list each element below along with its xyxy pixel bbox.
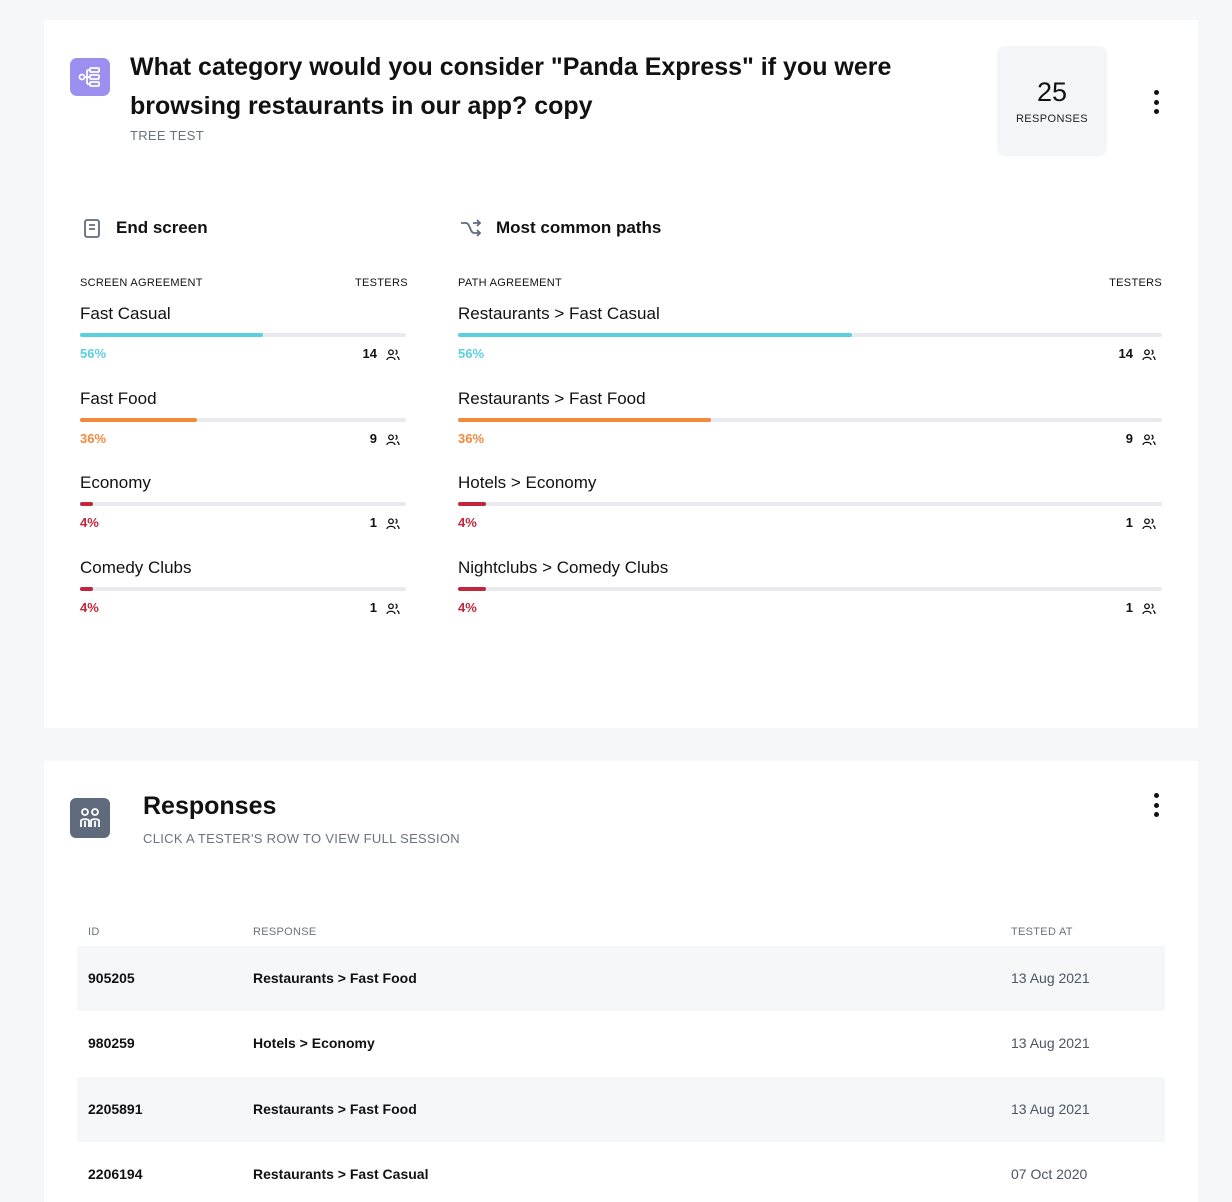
end-screen-item-count: 1 bbox=[369, 600, 377, 615]
people-icon bbox=[1142, 348, 1156, 361]
path-progress-fill bbox=[458, 418, 712, 422]
path-item-name: Restaurants > Fast Casual bbox=[458, 304, 660, 323]
path-item-count: 9 bbox=[1125, 431, 1133, 446]
table-row[interactable]: 2205891 Restaurants > Fast Food 13 Aug 202… bbox=[77, 1077, 1165, 1142]
end-screen-progress-fill bbox=[80, 502, 94, 506]
end-screen-title: End screen bbox=[116, 218, 208, 237]
path-agreement-header: PATH AGREEMENT bbox=[458, 277, 563, 289]
tested-at-cell: 13 Aug 2021 bbox=[1011, 1101, 1090, 1117]
path-progress-fill bbox=[458, 333, 853, 337]
people-icon bbox=[386, 517, 400, 530]
path-item-percent: 56% bbox=[458, 346, 485, 361]
paths-heading: Most common paths bbox=[460, 218, 661, 238]
question-menu-icon[interactable] bbox=[1150, 90, 1162, 114]
path-item-percent: 4% bbox=[458, 515, 477, 530]
response-column-header[interactable]: RESPONSE bbox=[253, 926, 317, 938]
responses-subtitle: CLICK A TESTER'S ROW TO VIEW FULL SESSIO… bbox=[143, 831, 460, 846]
path-progress-track bbox=[458, 418, 1162, 422]
path-progress-track bbox=[458, 333, 1162, 337]
tested-at-column-header[interactable]: TESTED AT bbox=[1011, 926, 1073, 938]
response-path-cell: Hotels > Economy bbox=[253, 1035, 375, 1051]
paths-testers-header: TESTERS bbox=[1109, 277, 1162, 289]
responses-title: Responses bbox=[143, 792, 277, 820]
end-screen-progress-fill bbox=[80, 333, 263, 337]
end-screen-item-percent: 36% bbox=[80, 431, 107, 446]
tested-at-cell: 13 Aug 2021 bbox=[1011, 970, 1090, 986]
people-icon bbox=[386, 433, 400, 446]
document-icon bbox=[84, 219, 100, 238]
question-title: What category would you consider "Panda … bbox=[130, 53, 892, 120]
path-item-name: Nightclubs > Comedy Clubs bbox=[458, 558, 669, 577]
table-row[interactable]: 2206194 Restaurants > Fast Casual 07 Oct 2… bbox=[77, 1142, 1165, 1202]
responses-count-label: RESPONSES bbox=[1015, 113, 1089, 125]
id-column-header[interactable]: ID bbox=[88, 926, 100, 938]
path-item-percent: 4% bbox=[458, 600, 477, 615]
responses-count-box: 25 RESPONSES bbox=[997, 46, 1107, 156]
end-screen-heading: End screen bbox=[82, 218, 208, 238]
path-item-name: Restaurants > Fast Food bbox=[458, 389, 646, 408]
responses-card: Responses CLICK A TESTER'S ROW TO VIEW F… bbox=[44, 761, 1198, 1202]
tested-at-cell: 07 Oct 2020 bbox=[1011, 1166, 1088, 1182]
people-icon bbox=[386, 602, 400, 615]
end-screen-item-count: 14 bbox=[362, 346, 377, 361]
tester-id-cell: 2205891 bbox=[88, 1101, 143, 1117]
tree-test-icon bbox=[70, 58, 110, 96]
path-progress-track bbox=[458, 587, 1162, 591]
people-icon bbox=[1142, 517, 1156, 530]
people-icon bbox=[386, 348, 400, 361]
path-progress-fill bbox=[458, 587, 487, 591]
end-screen-progress-fill bbox=[80, 418, 198, 422]
tester-id-cell: 980259 bbox=[88, 1035, 135, 1051]
end-screen-progress-fill bbox=[80, 587, 94, 591]
end-screen-progress-track bbox=[80, 502, 406, 506]
people-icon bbox=[1142, 602, 1156, 615]
end-screen-item-name: Economy bbox=[80, 473, 151, 492]
tester-id-cell: 905205 bbox=[88, 970, 135, 986]
path-item-count: 1 bbox=[1125, 515, 1133, 530]
paths-title: Most common paths bbox=[496, 218, 662, 237]
path-item-name: Hotels > Economy bbox=[458, 473, 597, 492]
end-screen-item-percent: 56% bbox=[80, 346, 107, 361]
path-item-count: 14 bbox=[1118, 346, 1133, 361]
response-path-cell: Restaurants > Fast Food bbox=[253, 970, 417, 986]
response-path-cell: Restaurants > Fast Food bbox=[253, 1101, 417, 1117]
people-icon bbox=[1142, 433, 1156, 446]
tested-at-cell: 13 Aug 2021 bbox=[1011, 1035, 1090, 1051]
end-screen-item-name: Fast Food bbox=[80, 389, 157, 408]
end-screen-item-count: 9 bbox=[369, 431, 377, 446]
shuffle-icon bbox=[461, 219, 482, 237]
people-icon bbox=[70, 798, 110, 838]
end-screen-item-percent: 4% bbox=[80, 515, 99, 530]
tester-id-cell: 2206194 bbox=[88, 1166, 143, 1182]
path-progress-fill bbox=[458, 502, 487, 506]
responses-count: 25 bbox=[1036, 77, 1068, 107]
end-screen-item-percent: 4% bbox=[80, 600, 99, 615]
responses-menu-icon[interactable] bbox=[1150, 793, 1162, 817]
end-screen-progress-track bbox=[80, 587, 406, 591]
table-row[interactable]: 980259 Hotels > Economy 13 Aug 2021 bbox=[77, 1011, 1165, 1076]
end-screen-progress-track bbox=[80, 333, 406, 337]
path-item-percent: 36% bbox=[458, 431, 485, 446]
end-screen-progress-track bbox=[80, 418, 406, 422]
end-screen-testers-header: TESTERS bbox=[355, 277, 408, 289]
end-screen-item-name: Fast Casual bbox=[80, 304, 171, 323]
path-item-count: 1 bbox=[1125, 600, 1133, 615]
question-type: TREE TEST bbox=[130, 128, 204, 143]
table-row[interactable]: 905205 Restaurants > Fast Food 13 Aug 2021 bbox=[77, 946, 1165, 1011]
end-screen-item-count: 1 bbox=[369, 515, 377, 530]
path-progress-track bbox=[458, 502, 1162, 506]
question-card: What category would you consider "Panda … bbox=[44, 20, 1198, 728]
response-path-cell: Restaurants > Fast Casual bbox=[253, 1166, 429, 1182]
end-screen-item-name: Comedy Clubs bbox=[80, 558, 192, 577]
screen-agreement-header: SCREEN AGREEMENT bbox=[80, 277, 203, 289]
